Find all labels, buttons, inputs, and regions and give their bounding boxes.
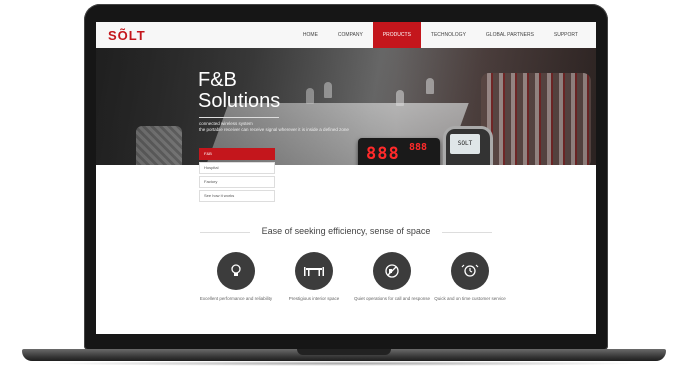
solution-fb[interactable]: F&B [199,148,275,160]
solution-hospital[interactable]: Hospital [199,162,275,174]
hero-overlay [96,48,596,165]
hero-title: F&B Solutions [198,70,280,112]
feature-label: Quiet operations for call and response [353,296,431,301]
top-nav: SÕLT HOME COMPANY PRODUCTS TECHNOLOGY GL… [96,22,596,49]
device-digits-small: 888 [409,142,428,153]
nav-support[interactable]: SUPPORT [544,22,588,48]
main-menu: HOME COMPANY PRODUCTS TECHNOLOGY GLOBAL … [293,22,588,48]
solutions-menu: F&B Hospital Factory See how it works [199,148,275,204]
feature-label: Quick and on time customer service [434,296,506,301]
hero-subtitle: connected wireless system the portable r… [199,121,369,133]
feature-item: Excellent performance and reliability [191,252,281,302]
feature-label: Prestigious interior space [288,296,340,301]
nav-products[interactable]: PRODUCTS [372,22,421,48]
clock-service-icon [451,252,489,290]
feature-item: Prestigious interior space [269,252,359,302]
hero-divider [199,117,279,118]
nav-company[interactable]: COMPANY [328,22,373,48]
feature-label: Excellent performance and reliability [199,296,273,301]
no-noise-icon [373,252,411,290]
watch-screen: SOLT [450,134,480,154]
brand-logo[interactable]: SÕLT [108,28,146,43]
website-screen: SÕLT HOME COMPANY PRODUCTS TECHNOLOGY GL… [96,22,596,334]
table-icon [295,252,333,290]
lightbulb-icon [217,252,255,290]
solution-factory[interactable]: Factory [199,176,275,188]
feature-item: Quiet operations for call and response [347,252,437,302]
solution-how-it-works[interactable]: See how it works [199,190,275,202]
section-title: Ease of seeking efficiency, sense of spa… [261,226,431,236]
hero-title-line2: Solutions [198,90,281,112]
laptop-shadow [40,361,648,366]
nav-global-partners[interactable]: GLOBAL PARTNERS [476,22,544,48]
device-digits: 888 [366,144,400,164]
nav-technology[interactable]: TECHNOLOGY [421,22,476,48]
hero-title-line1: F&B [198,69,237,91]
feature-item: Quick and on time customer service [425,252,515,302]
hero-subtitle-line2: the portable receiver can receive signal… [199,127,349,132]
nav-home[interactable]: HOME [293,22,328,48]
laptop-notch [297,349,391,355]
hero-banner: 888 888 SOLT [96,48,596,165]
